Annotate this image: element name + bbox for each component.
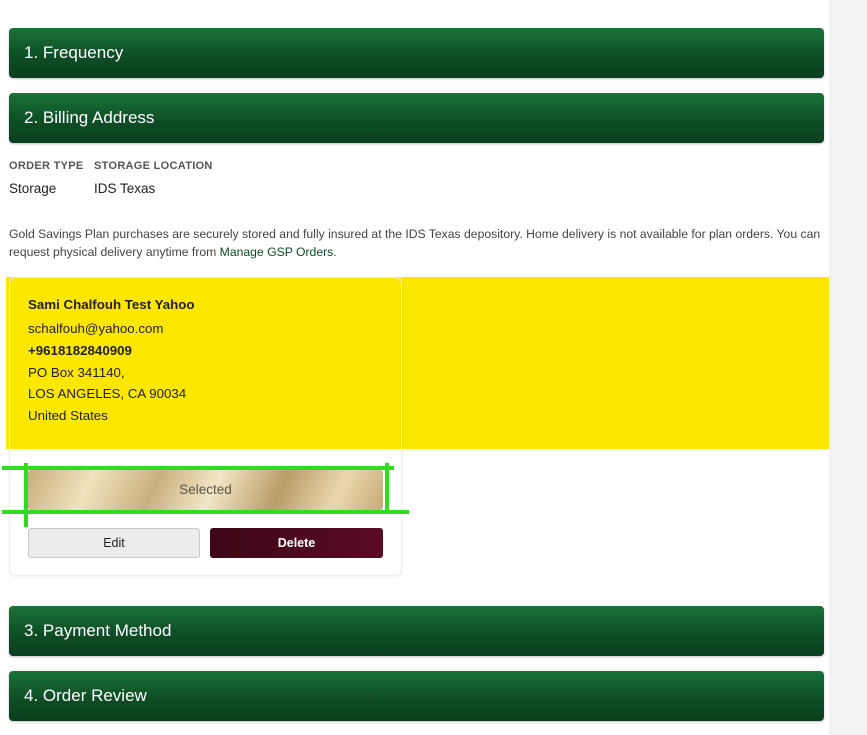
step-order-review-title: 4. Order Review — [24, 686, 147, 705]
step-billing-address-header[interactable]: 2. Billing Address — [9, 93, 824, 143]
order-type-value: Storage — [9, 181, 57, 196]
annotation-bottom-line — [2, 510, 409, 514]
annotation-right-line — [385, 463, 389, 514]
step-billing-address-title: 2. Billing Address — [24, 108, 155, 127]
annotation-left-line — [24, 463, 28, 527]
address-line2: LOS ANGELES, CA 90034 — [28, 386, 187, 401]
annotation-top-line — [2, 466, 394, 470]
storage-location-label: STORAGE LOCATION — [94, 160, 213, 172]
storage-notice-text: Gold Savings Plan purchases are securely… — [9, 227, 821, 259]
step-order-review-header[interactable]: 4. Order Review — [9, 671, 824, 721]
storage-location-value: IDS Texas — [94, 181, 156, 196]
manage-gsp-orders-link[interactable]: Manage GSP Orders — [220, 245, 334, 259]
address-phone: +9618182840909 — [28, 343, 132, 358]
step-payment-method-header[interactable]: 3. Payment Method — [9, 606, 824, 656]
step-frequency-title: 1. Frequency — [24, 43, 124, 62]
storage-notice-suffix: . — [333, 245, 337, 259]
selected-button[interactable]: Selected — [28, 470, 383, 510]
checkout-page: 1. Frequency 2. Billing Address ORDER TY… — [0, 0, 829, 735]
delete-address-button[interactable]: Delete — [210, 528, 383, 558]
order-type-label: ORDER TYPE — [9, 160, 84, 172]
address-country: United States — [28, 408, 108, 423]
step-frequency-header[interactable]: 1. Frequency — [9, 28, 824, 78]
address-name: Sami Chalfouh Test Yahoo — [28, 297, 195, 312]
address-line1: PO Box 341140, — [28, 365, 125, 380]
edit-address-button[interactable]: Edit — [28, 528, 200, 558]
step-payment-method-title: 3. Payment Method — [24, 621, 172, 640]
storage-notice: Gold Savings Plan purchases are securely… — [9, 225, 821, 261]
address-email: schalfouh@yahoo.com — [28, 321, 164, 336]
